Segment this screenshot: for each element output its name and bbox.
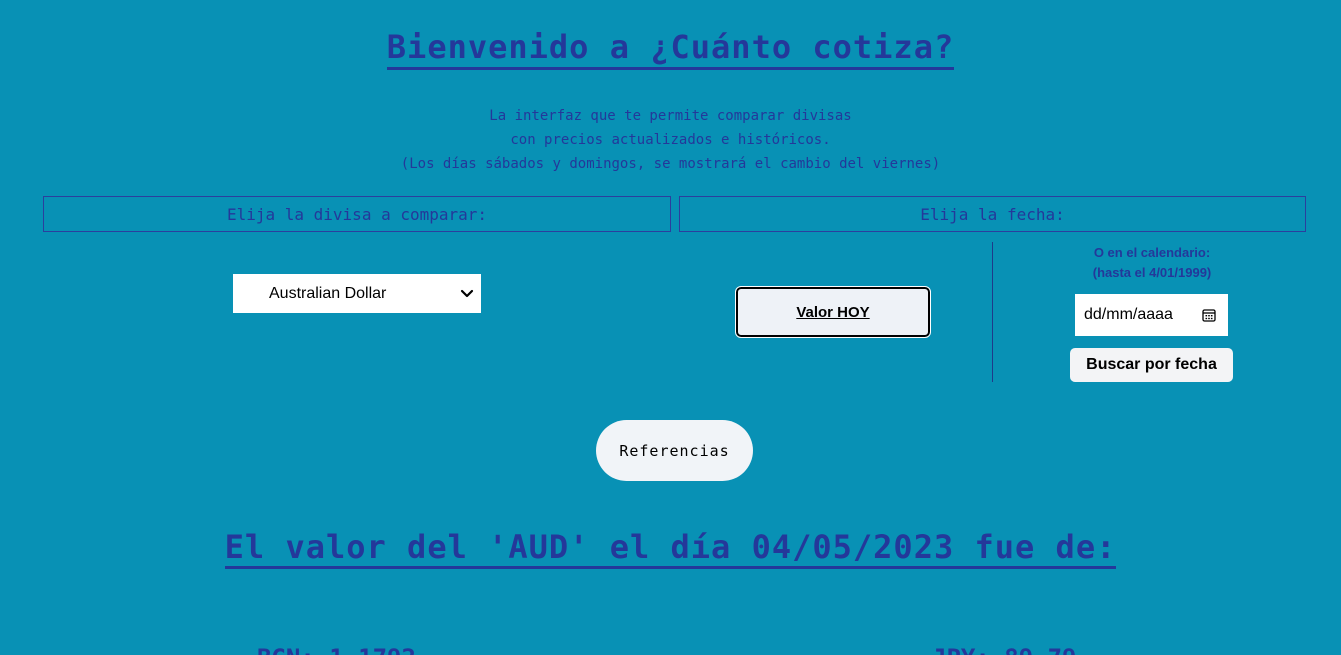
intro-line-1: La interfaz que te permite comparar divi…: [489, 108, 852, 124]
vertical-divider: [992, 242, 993, 382]
currency-select[interactable]: Australian Dollar: [233, 274, 481, 313]
date-input-placeholder: dd/mm/aaaa: [1084, 306, 1173, 323]
calendar-label-line-2: (hasta el 4/01/1999): [1092, 265, 1212, 280]
rate-value-left: BGN: 1.1792: [257, 644, 416, 655]
calendar-label-line-1: O en el calendario:: [1093, 245, 1211, 260]
references-button[interactable]: Referencias: [596, 420, 753, 481]
calendar-icon[interactable]: [1201, 307, 1217, 323]
date-panel-header: Elija la fecha:: [679, 196, 1306, 232]
result-title-text: El valor del 'AUD' el día 04/05/2023 fue…: [224, 528, 1117, 569]
rate-value-right: JPY: 89.79: [932, 644, 1077, 655]
result-title: El valor del 'AUD' el día 04/05/2023 fue…: [0, 528, 1341, 569]
intro-text: La interfaz que te permite comparar divi…: [0, 104, 1341, 176]
currency-select-value: Australian Dollar: [269, 284, 387, 302]
chevron-down-icon: [460, 289, 474, 297]
search-by-date-button[interactable]: Buscar por fecha: [1070, 348, 1233, 382]
today-value-button[interactable]: Valor HOY: [735, 286, 931, 338]
date-input[interactable]: dd/mm/aaaa: [1075, 294, 1228, 336]
page-title-text: Bienvenido a ¿Cuánto cotiza?: [386, 28, 955, 70]
intro-line-2: con precios actualizados e históricos.: [510, 132, 831, 148]
calendar-label: O en el calendario: (hasta el 4/01/1999): [1040, 243, 1264, 283]
page-title: Bienvenido a ¿Cuánto cotiza?: [0, 28, 1341, 70]
currency-panel-header: Elija la divisa a comparar:: [43, 196, 671, 232]
intro-line-3: (Los días sábados y domingos, se mostrar…: [400, 156, 941, 172]
